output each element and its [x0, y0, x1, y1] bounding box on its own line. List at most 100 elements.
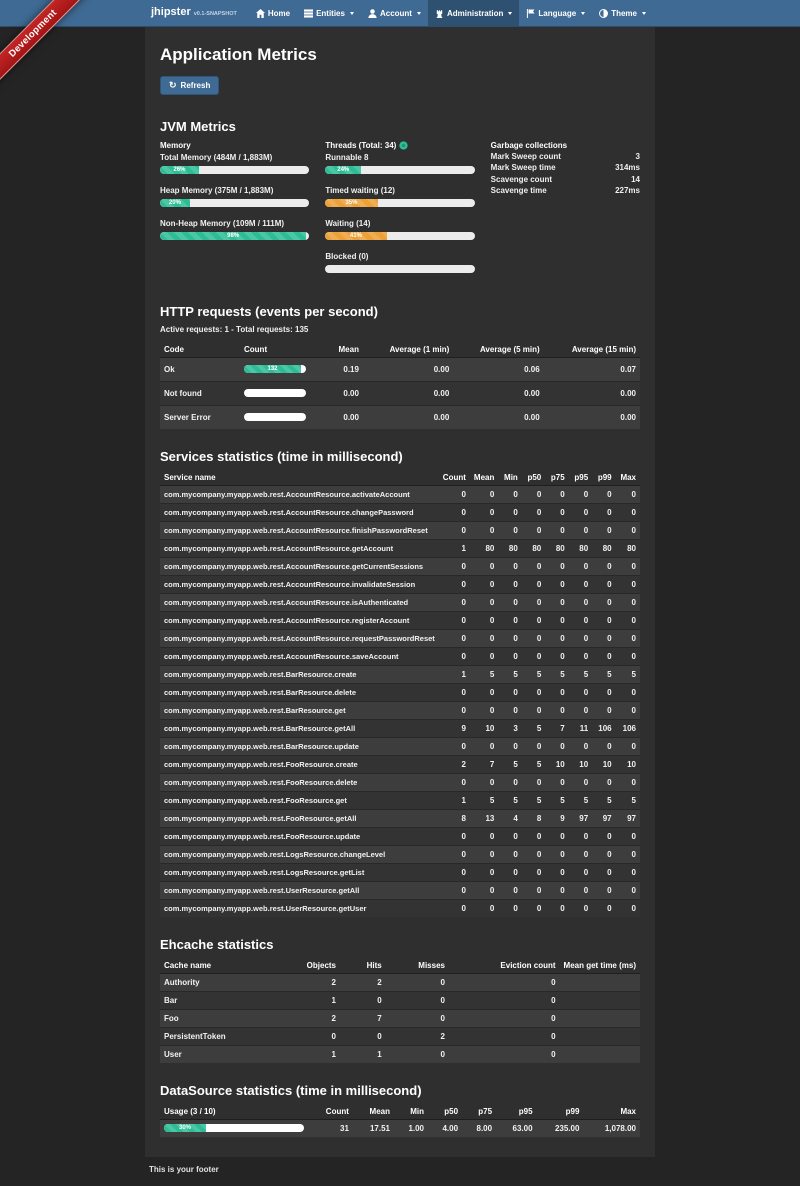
service-value-cell: 0: [470, 845, 498, 863]
service-value-cell: 0: [616, 863, 640, 881]
refresh-button[interactable]: ↻ Refresh: [160, 76, 219, 95]
service-value-cell: 0: [592, 521, 615, 539]
service-value-cell: 0: [470, 701, 498, 719]
gc-heading: Garbage collections: [491, 140, 640, 151]
service-value-cell: 0: [439, 845, 470, 863]
service-value-cell: 0: [522, 629, 545, 647]
service-value-cell: 0: [470, 485, 498, 503]
column-header: Min: [498, 470, 521, 486]
cache-value-cell: 0: [449, 1009, 560, 1027]
datasource-value-cell: 63.00: [496, 1119, 536, 1137]
service-name-cell: com.mycompany.myapp.web.rest.FooResource…: [160, 755, 439, 773]
memory-progress: 26%: [160, 166, 309, 174]
nav-link-theme[interactable]: Theme: [592, 0, 653, 26]
cache-value-cell: 0: [449, 991, 560, 1009]
http-value-cell: 0.00: [363, 357, 453, 381]
datasource-statistics-table: Usage (3 / 10)CountMeanMinp50p75p95p99Ma…: [160, 1104, 640, 1137]
threaddump-eye-icon[interactable]: [399, 141, 408, 150]
nav-link-account[interactable]: Account: [361, 0, 428, 26]
service-value-cell: 0: [439, 899, 470, 917]
service-value-cell: 0: [439, 773, 470, 791]
http-value-cell: 0.19: [325, 357, 363, 381]
gc-row: Scavenge count14: [491, 174, 640, 186]
service-name-cell: com.mycompany.myapp.web.rest.AccountReso…: [160, 485, 439, 503]
service-value-cell: 0: [592, 557, 615, 575]
http-summary: Active requests: 1 - Total requests: 135: [160, 325, 640, 334]
service-value-cell: 10: [545, 755, 568, 773]
service-value-cell: 0: [569, 863, 592, 881]
service-value-cell: 106: [592, 719, 615, 737]
http-value-cell: 0.00: [544, 405, 640, 429]
service-value-cell: 0: [569, 701, 592, 719]
service-value-cell: 0: [545, 827, 568, 845]
brand-version: v0.1-SNAPSHOT: [194, 11, 237, 17]
gc-label: Mark Sweep count: [491, 151, 561, 163]
service-value-cell: 0: [545, 611, 568, 629]
service-value-cell: 80: [522, 539, 545, 557]
service-value-cell: 0: [498, 827, 521, 845]
table-row: com.mycompany.myapp.web.rest.BarResource…: [160, 737, 640, 755]
cache-value-cell: [560, 991, 640, 1009]
service-value-cell: 0: [470, 899, 498, 917]
service-value-cell: 5: [616, 665, 640, 683]
service-value-cell: 0: [545, 593, 568, 611]
nav-link-home[interactable]: Home: [249, 0, 297, 26]
service-value-cell: 0: [470, 683, 498, 701]
service-value-cell: 0: [439, 881, 470, 899]
service-name-cell: com.mycompany.myapp.web.rest.FooResource…: [160, 773, 439, 791]
threads-progress: 41%: [325, 232, 474, 240]
table-row: com.mycompany.myapp.web.rest.AccountReso…: [160, 629, 640, 647]
column-header: Count: [439, 470, 470, 486]
jvm-threads-column: Threads (Total: 34) Runnable 824%Timed w…: [325, 140, 474, 284]
memory-heading: Memory: [160, 140, 309, 151]
threads-bar-label: Blocked (0): [325, 251, 474, 262]
service-value-cell: 0: [592, 863, 615, 881]
service-value-cell: 7: [470, 755, 498, 773]
cache-value-cell: 2: [287, 973, 340, 991]
nav-link-entities[interactable]: Entities: [297, 0, 361, 26]
nav-item-entities: Entities: [297, 0, 361, 26]
footer-text: This is your footer: [149, 1165, 219, 1174]
chevron-down-icon: [350, 12, 354, 15]
http-code-cell: Ok: [160, 357, 240, 381]
nav-label: Entities: [316, 9, 345, 18]
datasource-value-cell: 1.00: [394, 1119, 428, 1137]
table-row: com.mycompany.myapp.web.rest.BarResource…: [160, 719, 640, 737]
service-value-cell: 0: [522, 647, 545, 665]
service-value-cell: 0: [498, 521, 521, 539]
nav-label: Account: [380, 9, 412, 18]
nav-link-language[interactable]: Language: [519, 0, 592, 26]
table-row: com.mycompany.myapp.web.rest.LogsResourc…: [160, 845, 640, 863]
service-value-cell: 0: [616, 611, 640, 629]
memory-bar-label: Heap Memory (375M / 1,883M): [160, 185, 309, 196]
cache-value-cell: 0: [449, 973, 560, 991]
service-value-cell: 0: [592, 899, 615, 917]
service-value-cell: 0: [592, 647, 615, 665]
service-value-cell: 0: [616, 521, 640, 539]
datasource-heading: DataSource statistics (time in milliseco…: [160, 1083, 640, 1098]
service-value-cell: 0: [545, 737, 568, 755]
service-value-cell: 0: [439, 593, 470, 611]
service-value-cell: 0: [545, 521, 568, 539]
nav-item-administration: Administration: [428, 0, 519, 26]
brand-link[interactable]: jhipster v0.1-SNAPSHOT: [147, 0, 241, 26]
nav-item-language: Language: [519, 0, 592, 26]
service-value-cell: 0: [470, 737, 498, 755]
threads-bar-label: Waiting (14): [325, 218, 474, 229]
service-value-cell: 0: [569, 773, 592, 791]
service-value-cell: 0: [545, 881, 568, 899]
cache-value-cell: 2: [287, 1009, 340, 1027]
service-value-cell: 0: [569, 827, 592, 845]
nav-item-home: Home: [249, 0, 297, 26]
nav-link-administration[interactable]: Administration: [428, 0, 519, 26]
service-value-cell: 5: [522, 791, 545, 809]
service-value-cell: 0: [545, 683, 568, 701]
http-value-cell: 0.00: [325, 405, 363, 429]
service-value-cell: 0: [498, 611, 521, 629]
cache-value-cell: 0: [386, 1009, 449, 1027]
datasource-value-cell: 235.00: [537, 1119, 584, 1137]
nav-label: Administration: [447, 9, 503, 18]
table-row: com.mycompany.myapp.web.rest.AccountReso…: [160, 557, 640, 575]
cache-value-cell: 0: [386, 973, 449, 991]
table-row: com.mycompany.myapp.web.rest.AccountReso…: [160, 611, 640, 629]
